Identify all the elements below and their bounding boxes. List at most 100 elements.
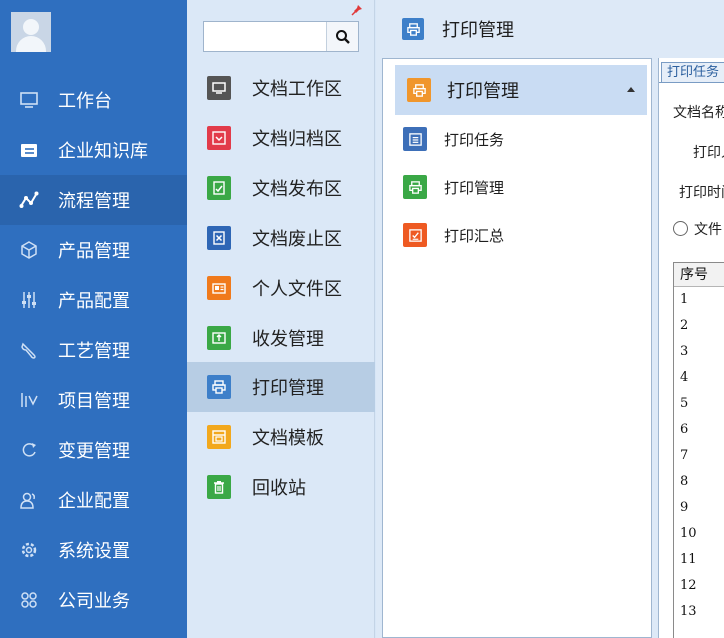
summary-icon: [403, 223, 427, 247]
sliders-icon: [18, 289, 40, 311]
gear-icon: [18, 539, 40, 561]
page-header: 打印管理: [376, 0, 724, 58]
nav-item-company-business[interactable]: 公司业务: [0, 575, 187, 625]
nav-item-project[interactable]: 项目管理: [0, 375, 187, 425]
grid-icon: [18, 589, 40, 611]
subnav-item-doc-publish[interactable]: 文档发布区: [187, 163, 375, 213]
subnav-item-label: 个人文件区: [252, 279, 342, 300]
id-card-icon: [207, 276, 231, 300]
field-label-doc-name: 文档名称: [673, 105, 724, 121]
nav-item-label: 项目管理: [58, 391, 130, 412]
subnav-item-personal-files[interactable]: 个人文件区: [187, 263, 375, 313]
tree-item-print-summary[interactable]: 打印汇总: [403, 217, 643, 253]
tree-item-label: 打印管理: [444, 178, 505, 197]
subnav-item-label: 文档归档区: [252, 129, 342, 150]
table-row[interactable]: 9: [674, 495, 724, 521]
publish-icon: [207, 176, 231, 200]
nav-item-label: 企业配置: [58, 491, 130, 512]
tree-group-label: 打印管理: [447, 81, 519, 102]
page-title: 打印管理: [442, 20, 514, 41]
subnav-item-recycle-bin[interactable]: 回收站: [187, 462, 375, 512]
subnav-item-label: 文档废止区: [252, 229, 342, 250]
table-row[interactable]: 3: [674, 339, 724, 365]
cycle-icon: [18, 439, 40, 461]
nav-item-product[interactable]: 产品管理: [0, 225, 187, 275]
archive-icon: [207, 126, 231, 150]
subnav-item-doc-archive[interactable]: 文档归档区: [187, 113, 375, 163]
nav-item-enterprise-config[interactable]: 企业配置: [0, 475, 187, 525]
tree-item-print-management[interactable]: 打印管理: [403, 169, 643, 205]
nav-item-label: 产品管理: [58, 241, 130, 262]
nav-item-label: 产品配置: [58, 291, 130, 312]
nav-item-process[interactable]: 流程管理: [0, 175, 187, 225]
field-label-print-time: 打印时间: [679, 185, 724, 201]
tree-item-label: 打印汇总: [444, 226, 505, 245]
cube-icon: [18, 239, 40, 261]
template-icon: [207, 425, 231, 449]
subnav-item-transfer[interactable]: 收发管理: [187, 313, 375, 363]
table-row[interactable]: 6: [674, 417, 724, 443]
nav-item-change[interactable]: 变更管理: [0, 425, 187, 475]
subnav-item-doc-template[interactable]: 文档模板: [187, 412, 375, 462]
print-task-panel: 打印任务 文档名称 打印人 打印时间 文件 序号 1 2 3 4 5 6 7 8…: [658, 58, 724, 638]
table-row[interactable]: 7: [674, 443, 724, 469]
grid-header-index: 序号: [674, 263, 724, 287]
subnav-item-print-management[interactable]: 打印管理: [187, 362, 375, 412]
chart-icon: [18, 389, 40, 411]
transfer-icon: [207, 326, 231, 350]
monitor-icon: [18, 89, 40, 111]
nav-item-knowledge-base[interactable]: 企业知识库: [0, 125, 187, 175]
nav-item-product-config[interactable]: 产品配置: [0, 275, 187, 325]
main-panel: 打印管理 打印管理 打印任务 打印管理 打印汇总 打印任务 文档名称 打印 打印…: [376, 0, 724, 638]
table-row[interactable]: 10: [674, 521, 724, 547]
pin-icon[interactable]: [351, 4, 363, 16]
wrench-icon: [18, 339, 40, 361]
printer-icon: [207, 375, 231, 399]
nav-item-label: 流程管理: [58, 191, 130, 212]
subnav-item-label: 文档发布区: [252, 179, 342, 200]
table-row[interactable]: 1: [674, 287, 724, 313]
cancel-icon: [207, 226, 231, 250]
printer-icon: [403, 175, 427, 199]
table-row[interactable]: 2: [674, 313, 724, 339]
tab-divider: [659, 82, 724, 83]
folder-icon: [18, 139, 40, 161]
tree-item-print-tasks[interactable]: 打印任务: [403, 121, 643, 157]
table-row[interactable]: 12: [674, 573, 724, 599]
tree-item-label: 打印任务: [444, 130, 505, 149]
subnav-item-doc-workspace[interactable]: 文档工作区: [187, 63, 375, 113]
chevron-up-icon[interactable]: [627, 87, 635, 92]
tab-print-tasks[interactable]: 打印任务: [661, 62, 724, 82]
printer-icon: [402, 18, 424, 40]
table-row[interactable]: 4: [674, 365, 724, 391]
search-input[interactable]: [204, 22, 326, 51]
radio-file[interactable]: [673, 221, 688, 236]
table-row[interactable]: 11: [674, 547, 724, 573]
sub-nav: 文档工作区 文档归档区 文档发布区 文档废止区 个人文件区 收发管理 打印管理 …: [187, 0, 375, 638]
subnav-item-label: 文档工作区: [252, 79, 342, 100]
radio-file-label: 文件: [694, 222, 722, 238]
search-box: [203, 21, 359, 52]
nav-item-label: 工艺管理: [58, 341, 130, 362]
avatar[interactable]: [11, 12, 51, 52]
subnav-item-doc-abolish[interactable]: 文档废止区: [187, 213, 375, 263]
table-row[interactable]: 8: [674, 469, 724, 495]
nav-item-workbench[interactable]: 工作台: [0, 75, 187, 125]
subnav-item-label: 收发管理: [252, 329, 324, 350]
subnav-item-label: 回收站: [252, 478, 306, 499]
list-icon: [403, 127, 427, 151]
field-label-printer: 打印人: [693, 145, 724, 161]
search-icon: [335, 29, 350, 44]
main-nav: 工作台 企业知识库 流程管理 产品管理 产品配置 工艺管理 项目管理 变更管理 …: [0, 0, 187, 638]
trash-icon: [207, 475, 231, 499]
search-button[interactable]: [326, 22, 358, 51]
nav-item-label: 企业知识库: [58, 141, 148, 162]
flow-icon: [18, 189, 40, 211]
subnav-item-label: 文档模板: [252, 428, 324, 449]
nav-item-system-settings[interactable]: 系统设置: [0, 525, 187, 575]
nav-item-craft[interactable]: 工艺管理: [0, 325, 187, 375]
print-task-grid: 序号 1 2 3 4 5 6 7 8 9 10 11 12 13: [673, 262, 724, 638]
tree-group-header[interactable]: 打印管理: [395, 65, 647, 115]
table-row[interactable]: 13: [674, 599, 724, 625]
table-row[interactable]: 5: [674, 391, 724, 417]
